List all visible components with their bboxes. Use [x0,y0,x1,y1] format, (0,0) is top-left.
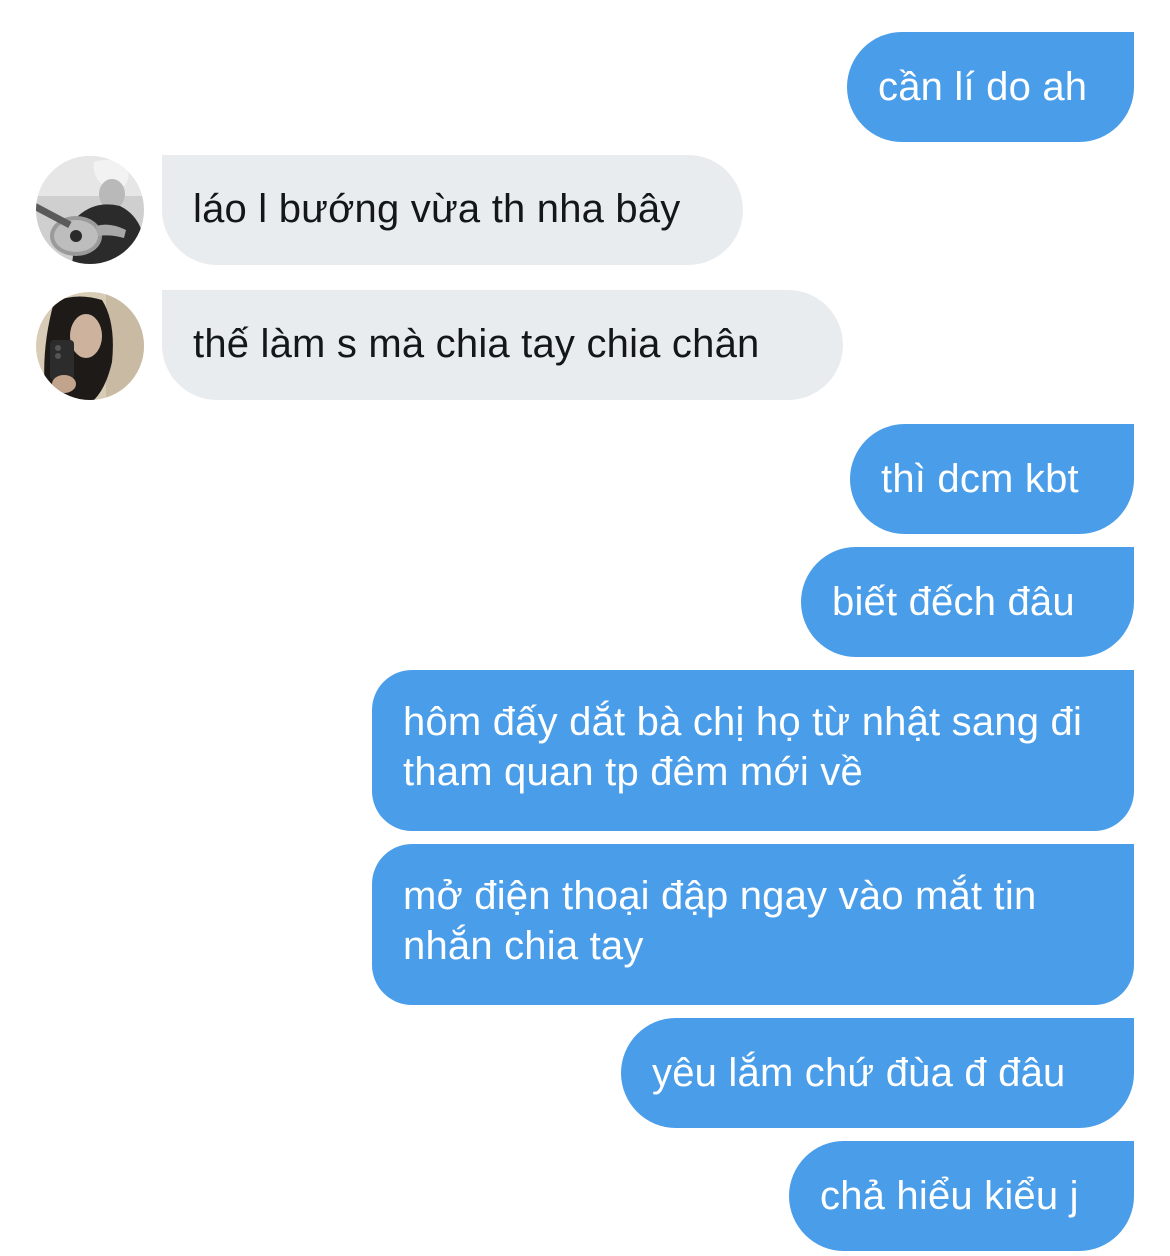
user-avatar-selfie-icon[interactable] [36,292,144,400]
incoming-message-bubble[interactable]: láo l bướng vừa th nha bây [162,155,743,265]
user-avatar-guitar-icon[interactable] [36,156,144,264]
message-thread: cần lí do ah láo l bướng vừa th nha bây [0,0,1170,1256]
outgoing-message-bubble[interactable]: cần lí do ah [847,32,1134,142]
outgoing-message-bubble[interactable]: chả hiểu kiểu j [789,1141,1134,1251]
incoming-message-bubble[interactable]: thế làm s mà chia tay chia chân [162,290,843,400]
outgoing-message-bubble[interactable]: hôm đấy dắt bà chị họ từ nhật sang đi th… [372,670,1134,831]
outgoing-message-bubble[interactable]: thì dcm kbt [850,424,1134,534]
outgoing-message-bubble[interactable]: yêu lắm chứ đùa đ đâu [621,1018,1134,1128]
outgoing-message-bubble[interactable]: biết đếch đâu [801,547,1134,657]
outgoing-message-bubble[interactable]: mở điện thoại đập ngay vào mắt tin nhắn … [372,844,1134,1005]
